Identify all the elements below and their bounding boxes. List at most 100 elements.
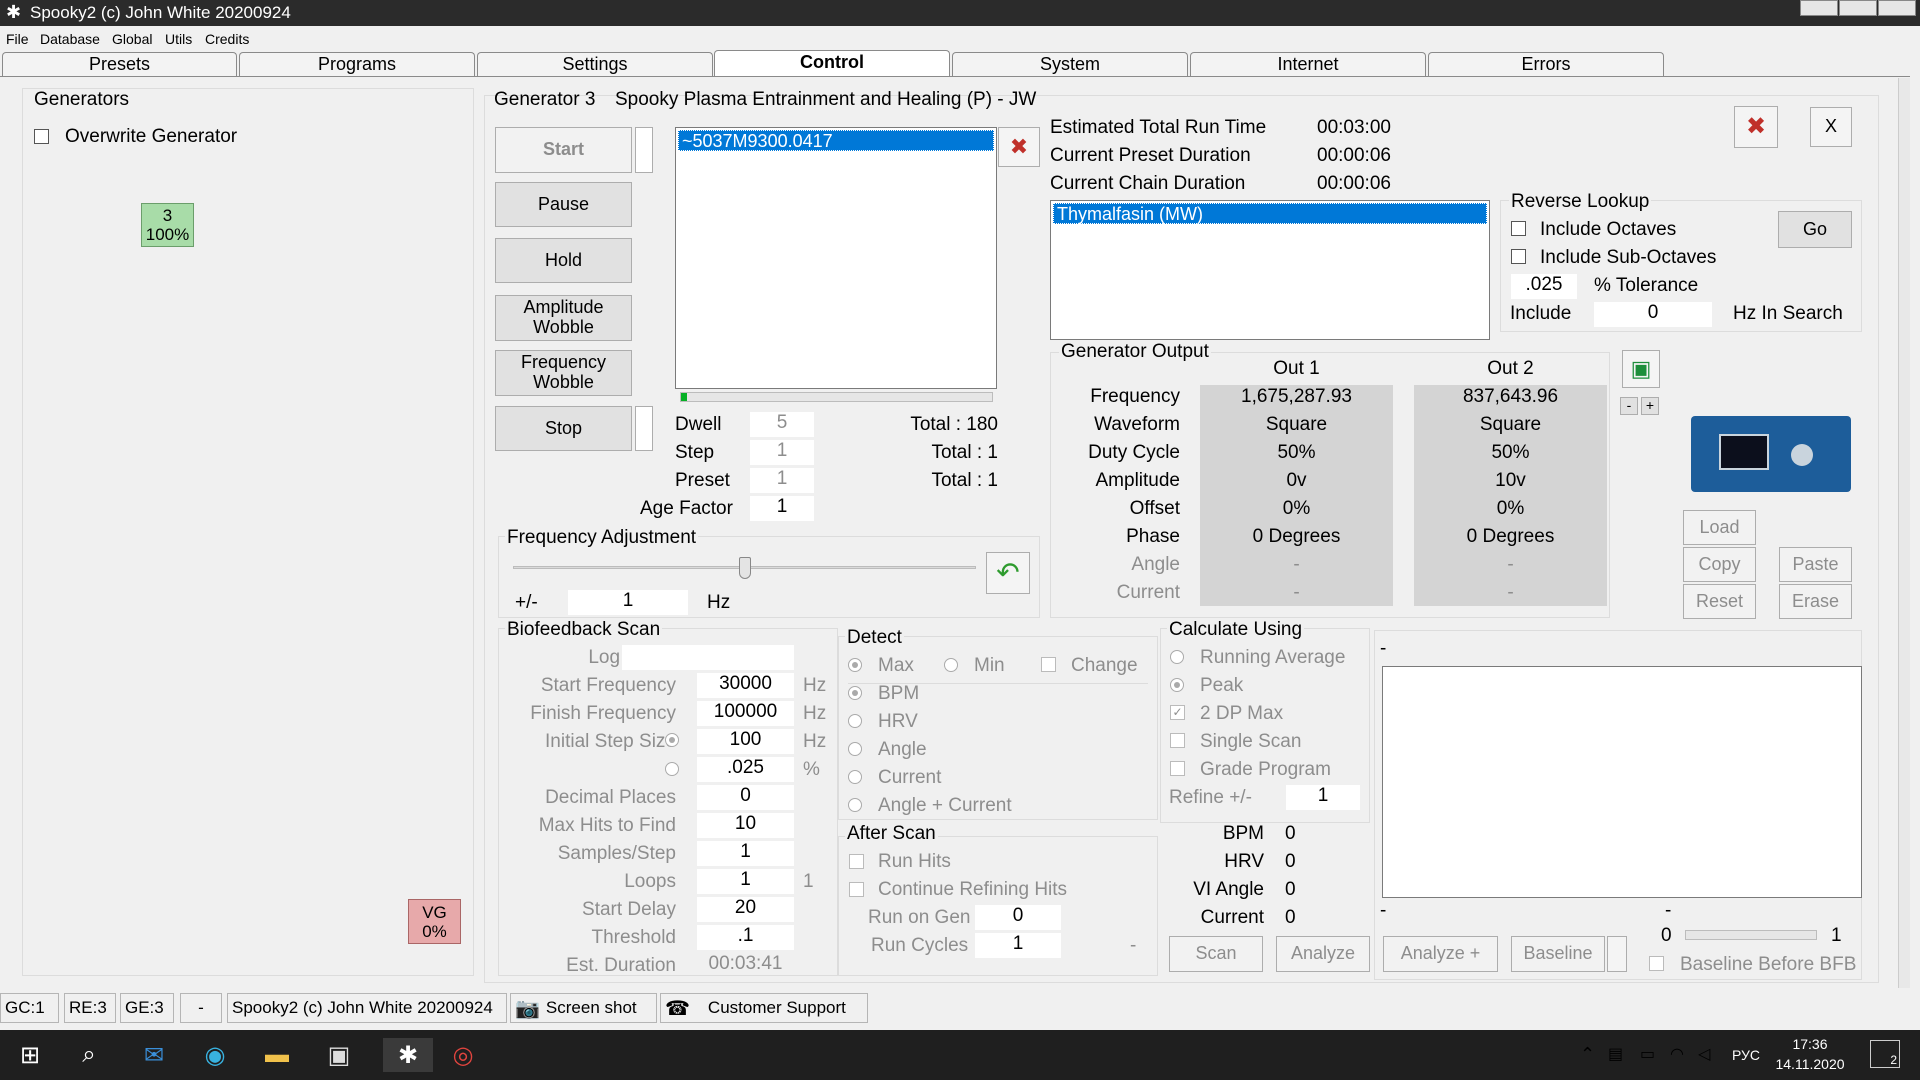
tab-programs[interactable]: Programs (239, 52, 475, 76)
tray-network-icon[interactable]: ▤ (1608, 1044, 1623, 1064)
run-on-gen-input[interactable]: 0 (975, 905, 1061, 930)
chrome-icon[interactable]: ◎ (446, 1038, 480, 1072)
running-average-radio[interactable] (1170, 650, 1184, 664)
detect-option-radio[interactable] (848, 770, 862, 784)
detect-change-checkbox[interactable] (1041, 657, 1056, 672)
step-size-hz-radio[interactable] (665, 733, 679, 747)
program-list[interactable]: ~5037M9300.0417 (675, 127, 997, 389)
amplitude-wobble-button[interactable]: Amplitude Wobble (495, 295, 632, 341)
detect-option-radio[interactable] (848, 686, 862, 700)
tab-control[interactable]: Control (714, 50, 950, 77)
tray-time[interactable]: 17:36 (1770, 1036, 1850, 1052)
baseline-before-bfb-checkbox[interactable] (1649, 956, 1664, 971)
minimize-button[interactable] (1800, 0, 1838, 16)
go-button[interactable]: Go (1778, 211, 1852, 248)
scan-button[interactable]: Scan (1169, 936, 1263, 972)
pause-button[interactable]: Pause (495, 182, 632, 227)
tray-battery-icon[interactable]: ▭ (1640, 1044, 1655, 1064)
overwrite-generator-checkbox[interactable] (34, 129, 49, 144)
include-sub-octaves-checkbox[interactable] (1511, 249, 1526, 264)
maximize-button[interactable] (1839, 0, 1877, 16)
frequency-slider-thumb[interactable] (738, 557, 751, 579)
tab-errors[interactable]: Errors (1428, 52, 1664, 76)
lookup-results-list[interactable]: Thymalfasin (MW) (1050, 200, 1490, 340)
peak-radio[interactable] (1170, 678, 1184, 692)
edge-browser-icon[interactable]: ◉ (198, 1038, 232, 1072)
close-x-button[interactable]: X (1810, 107, 1852, 147)
tray-language[interactable]: РУС (1732, 1047, 1760, 1063)
tray-date[interactable]: 14.11.2020 (1770, 1056, 1850, 1072)
analyze-button[interactable]: Analyze (1276, 936, 1370, 972)
step-size-percent-radio[interactable] (665, 762, 679, 776)
menu-file[interactable]: File (6, 31, 29, 47)
single-scan-checkbox[interactable] (1170, 733, 1185, 748)
menu-global[interactable]: Global (112, 31, 152, 47)
tray-chevron-icon[interactable]: ⌃ (1580, 1044, 1595, 1065)
minus-button[interactable]: - (1620, 397, 1638, 415)
hold-button[interactable]: Hold (495, 238, 632, 283)
tab-internet[interactable]: Internet (1190, 52, 1426, 76)
step-value[interactable]: 1 (750, 440, 814, 465)
windows-start-icon[interactable]: ⊞ (13, 1038, 47, 1072)
freq-adj-input[interactable]: 1 (568, 590, 688, 615)
detect-min-radio[interactable] (944, 658, 958, 672)
generator-3-tile[interactable]: 3 100% (141, 203, 194, 247)
plus-button[interactable]: + (1641, 397, 1659, 415)
spooky2-taskbar-icon[interactable]: ✱ (383, 1038, 433, 1072)
screenshot-button[interactable]: 📷 Screen shot (510, 993, 657, 1023)
menu-utils[interactable]: Utils (165, 31, 192, 47)
menu-database[interactable]: Database (40, 31, 100, 47)
mail-icon[interactable]: ✉ (137, 1038, 171, 1072)
delete-program-icon[interactable]: ✖ (998, 127, 1040, 167)
program-list-item[interactable]: ~5037M9300.0417 (678, 130, 994, 151)
paste-button[interactable]: Paste (1779, 547, 1852, 582)
run-cycles-input[interactable]: 1 (975, 933, 1061, 958)
search-icon[interactable]: ⌕ (72, 1038, 106, 1072)
run-hits-checkbox[interactable] (849, 854, 864, 869)
notifications-icon[interactable]: 2 (1870, 1040, 1900, 1068)
bfb-value[interactable]: 10 (697, 813, 794, 838)
dwell-value[interactable]: 5 (750, 412, 814, 437)
tab-system[interactable]: System (952, 52, 1188, 76)
load-button[interactable]: Load (1683, 510, 1756, 545)
dp-max-checkbox[interactable]: ✓ (1170, 705, 1185, 720)
store-icon[interactable]: ▣ (322, 1038, 356, 1072)
bfb-value[interactable]: 0 (697, 785, 794, 810)
detect-option-radio[interactable] (848, 742, 862, 756)
bfb-value[interactable]: 100000 (697, 701, 794, 726)
bfb-value[interactable]: 1 (697, 869, 794, 894)
tolerance-input[interactable]: .025 (1511, 274, 1577, 299)
customer-support-button[interactable]: ☎ Customer Support (660, 993, 868, 1023)
erase-button[interactable]: Erase (1779, 584, 1852, 619)
menu-credits[interactable]: Credits (205, 31, 249, 47)
save-icon[interactable]: ▣ (1622, 350, 1660, 388)
tray-volume-icon[interactable]: ◁ (1698, 1044, 1710, 1064)
include-hz-input[interactable]: 0 (1594, 302, 1712, 327)
preset-value[interactable]: 1 (750, 468, 814, 493)
grade-program-checkbox[interactable] (1170, 761, 1185, 776)
bfb-value[interactable]: 20 (697, 897, 794, 922)
bfb-value[interactable]: .1 (697, 925, 794, 950)
vertical-scrollbar[interactable] (1898, 78, 1910, 988)
bfb-value[interactable]: 30000 (697, 673, 794, 698)
window-close-button[interactable] (1878, 0, 1916, 16)
frequency-wobble-button[interactable]: Frequency Wobble (495, 350, 632, 396)
bfb-value[interactable]: .025 (697, 757, 794, 782)
erase-generator-icon[interactable]: ✖ (1734, 106, 1778, 148)
detect-option-radio[interactable] (848, 798, 862, 812)
bfb-value[interactable] (622, 645, 794, 670)
lookup-results-item[interactable]: Thymalfasin (MW) (1053, 203, 1487, 224)
tab-presets[interactable]: Presets (2, 52, 237, 76)
reset-button[interactable]: Reset (1683, 584, 1756, 619)
bfb-value[interactable]: 100 (697, 729, 794, 754)
refine-input[interactable]: 1 (1286, 785, 1360, 810)
detect-max-radio[interactable] (848, 658, 862, 672)
tab-settings[interactable]: Settings (477, 52, 713, 76)
include-octaves-checkbox[interactable] (1511, 221, 1526, 236)
bfb-value[interactable]: 1 (697, 841, 794, 866)
age-factor-value[interactable]: 1 (750, 496, 814, 521)
tray-wifi-icon[interactable]: ◠ (1670, 1044, 1684, 1064)
copy-button[interactable]: Copy (1683, 547, 1756, 582)
continue-refining-checkbox[interactable] (849, 882, 864, 897)
detect-option-radio[interactable] (848, 714, 862, 728)
